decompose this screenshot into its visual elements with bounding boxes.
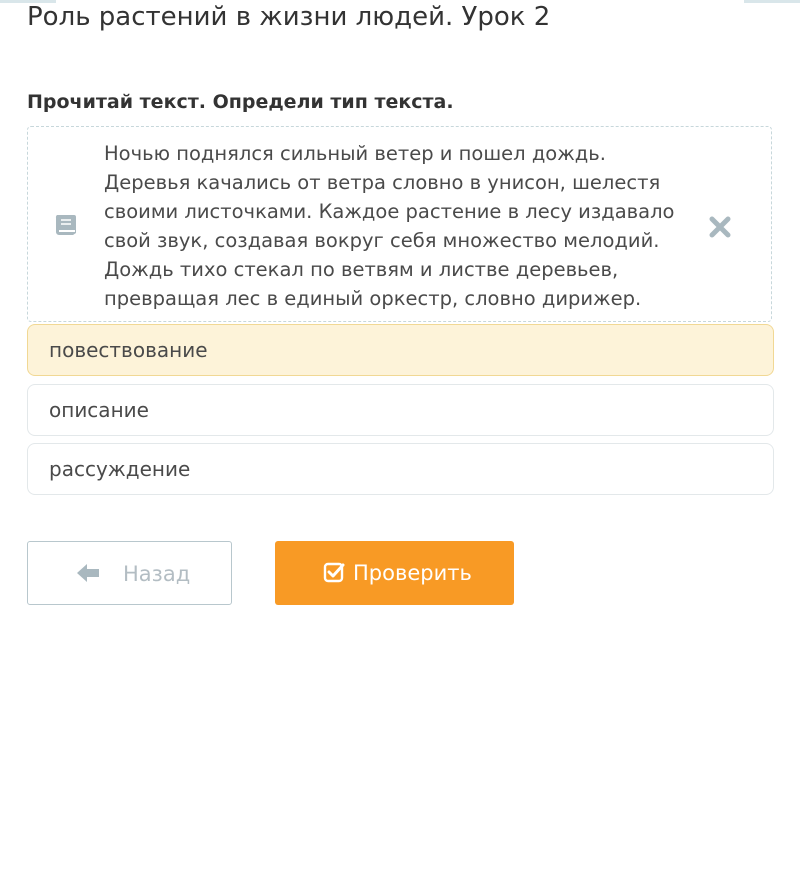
page-title: Роль растений в жизни людей. Урок 2 [27, 2, 551, 32]
answer-option-label: повествование [49, 338, 208, 362]
check-button[interactable]: Проверить [275, 541, 514, 605]
answer-option-label: описание [49, 398, 149, 422]
check-button-label: Проверить [353, 561, 472, 585]
answer-option-reasoning[interactable]: рассуждение [27, 443, 774, 495]
top-divider-right [744, 0, 800, 3]
book-icon [50, 209, 82, 241]
checkbox-checked-icon [323, 561, 345, 583]
answer-option-label: рассуждение [49, 457, 191, 481]
task-instruction: Прочитай текст. Определи тип текста. [27, 91, 454, 113]
arrow-left-icon [75, 562, 101, 584]
back-button-label: Назад [123, 562, 191, 586]
close-icon[interactable] [708, 215, 732, 239]
answer-option-narration[interactable]: повествование [27, 324, 774, 376]
back-button[interactable]: Назад [27, 541, 232, 605]
passage-card: Ночью поднялся сильный ветер и пошел дож… [27, 126, 772, 322]
answer-option-description[interactable]: описание [27, 384, 774, 436]
passage-text: Ночью поднялся сильный ветер и пошел дож… [104, 142, 675, 310]
